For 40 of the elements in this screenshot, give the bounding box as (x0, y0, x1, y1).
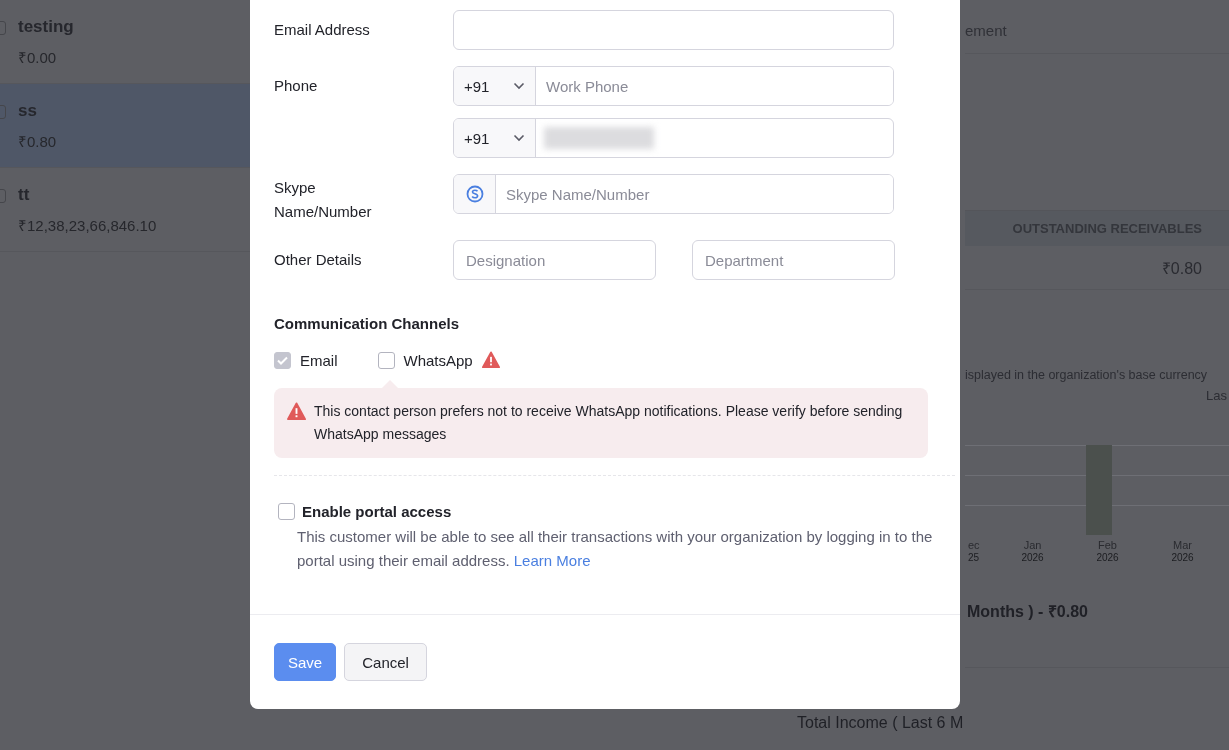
section-title: Communication Channels (274, 315, 461, 332)
checkbox-label: WhatsApp (403, 351, 473, 369)
chevron-down-icon (513, 134, 525, 142)
skype-field[interactable]: Skype Name/Number (453, 174, 894, 214)
field-label: Skype Name/Number (274, 178, 373, 222)
cancel-button[interactable]: Cancel (344, 643, 427, 681)
field-label: Other Details (274, 250, 363, 270)
total-summary: Months ) - ₹0.80 (967, 603, 1088, 620)
email-field[interactable] (453, 10, 894, 50)
text-field[interactable]: Designation (453, 240, 656, 280)
phone-field[interactable]: +91 (453, 118, 894, 158)
checkbox[interactable] (278, 503, 295, 520)
customer-amount: ₹12,38,23,66,846.10 (18, 216, 158, 236)
warning-icon (481, 351, 500, 369)
warning-icon (287, 402, 306, 421)
checkbox[interactable] (377, 351, 395, 369)
portal-description: This customer will be able to see all their transactions with your organization by logging in to the portal using their email address. Learn More (297, 527, 934, 571)
save-button[interactable]: Save (274, 643, 337, 681)
country-code-select[interactable]: +91 (454, 67, 536, 105)
field-label: Email Address (274, 20, 371, 40)
chevron-down-icon (513, 82, 525, 90)
checkbox-label: Email (300, 351, 338, 369)
customer-row[interactable]: ss ₹0.80 (0, 84, 250, 168)
check-icon (277, 355, 288, 365)
field-label: Phone (274, 76, 319, 96)
axis-year-label: 2026 (1096, 552, 1119, 564)
country-code-select[interactable]: +91 (454, 119, 536, 157)
warning-text: This contact person prefers not to receive WhatsApp notifications. Please verify before sending WhatsApp messages (314, 403, 903, 442)
axis-year-label: 2026 (1021, 552, 1044, 564)
customer-amount: ₹0.80 (18, 132, 58, 152)
checkbox-label: Enable portal access (302, 503, 452, 520)
axis-year-label: 2026 (1171, 552, 1194, 564)
customer-name: ss (18, 100, 38, 122)
phone-field[interactable]: +91 Work Phone (453, 66, 894, 106)
customer-name: testing (18, 16, 75, 38)
income-label: Total Income ( Last 6 M (797, 714, 965, 732)
text-field[interactable]: Department (692, 240, 895, 280)
skype-icon (465, 185, 484, 203)
learn-more-link[interactable]: Learn More (513, 552, 591, 569)
axis-year-label: 25 (968, 552, 980, 564)
